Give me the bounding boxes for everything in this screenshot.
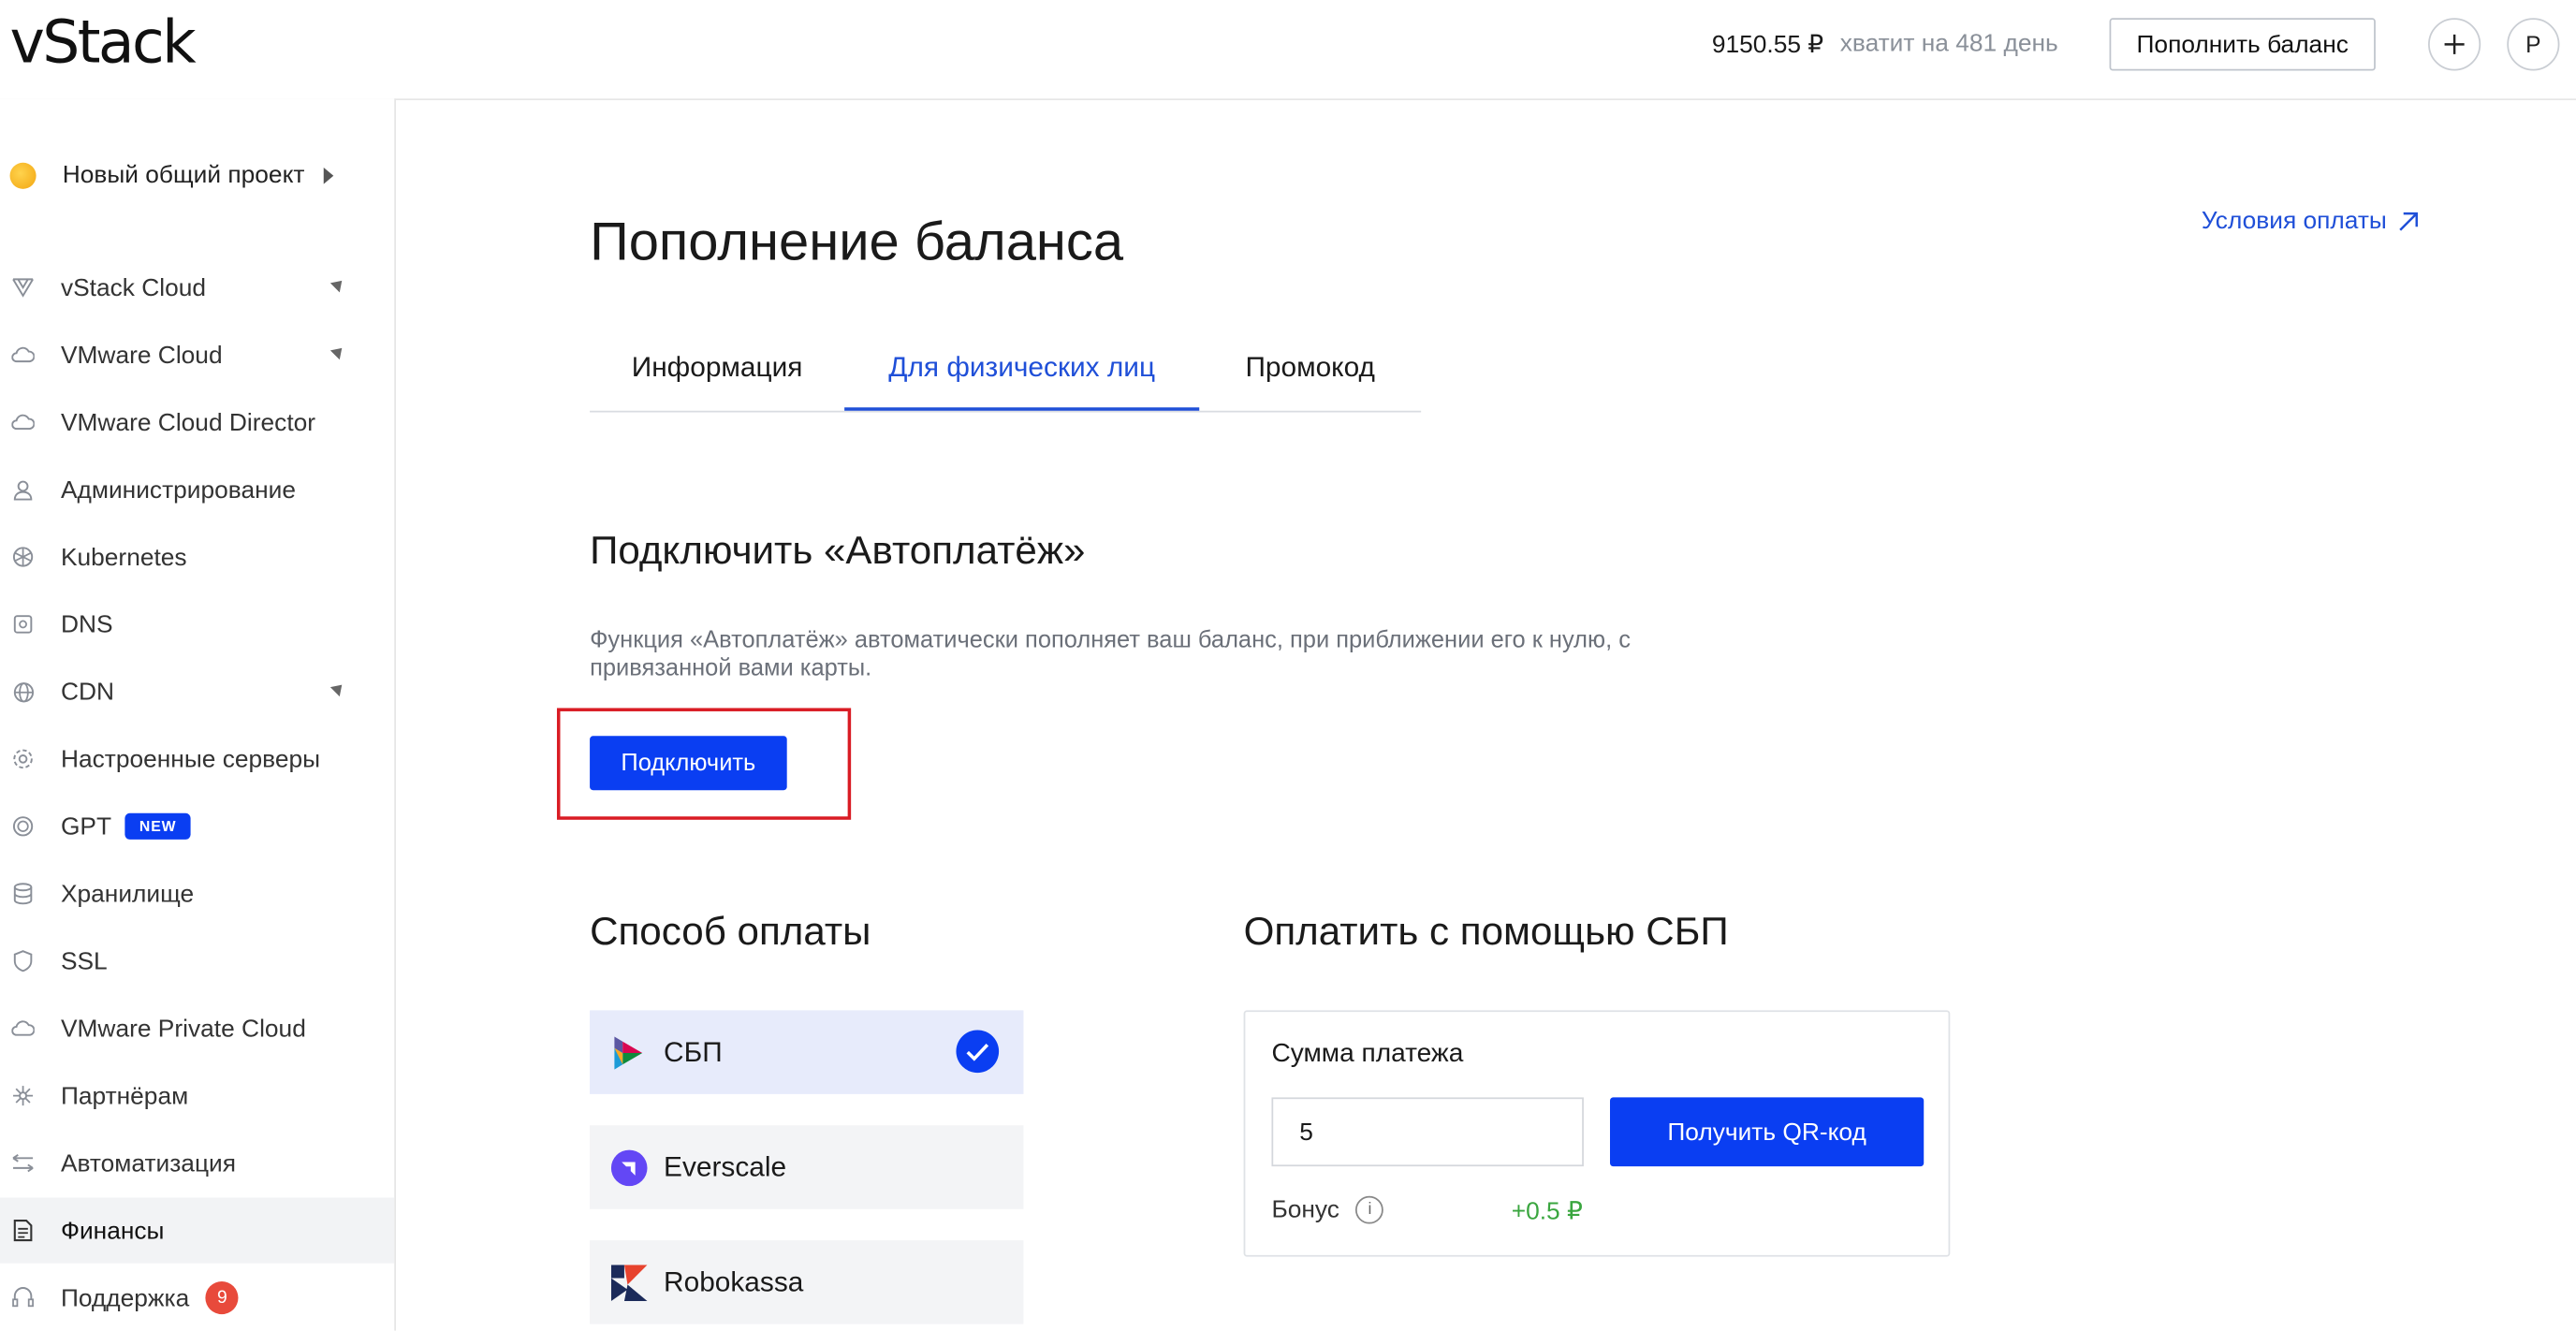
caret-icon (329, 275, 347, 293)
payment-option-sbp[interactable]: СБП (590, 1010, 1024, 1094)
vstack-logo[interactable]: vStack (10, 10, 197, 78)
dns-icon (11, 613, 35, 636)
autopay-heading: Подключить «Автоплатёж» (590, 529, 1086, 574)
partners-icon (11, 1084, 35, 1107)
support-count-badge: 9 (205, 1280, 239, 1315)
cloud-icon (11, 344, 35, 367)
payment-amount-input[interactable] (1271, 1097, 1584, 1167)
terms-link-label: Условия оплаты (2201, 207, 2387, 235)
tab-info[interactable]: Информация (590, 329, 844, 407)
payment-option-label: Robokassa (664, 1265, 804, 1297)
sidebar-item-label: Поддержка (60, 1283, 190, 1312)
cloud-icon (11, 411, 35, 434)
sidebar-item-vmware-cloud[interactable]: VMware Cloud (0, 322, 394, 388)
shield-icon (11, 949, 35, 973)
sidebar-item-dns[interactable]: DNS (0, 592, 394, 657)
tabs: Информация Для физических лиц Промокод (590, 329, 1422, 413)
add-button[interactable] (2428, 18, 2481, 71)
gear-icon (11, 748, 35, 771)
sidebar-item-label: Настроенные серверы (60, 744, 321, 773)
sidebar-item-label: Автоматизация (60, 1148, 236, 1177)
get-qr-code-button[interactable]: Получить QR-код (1609, 1097, 1925, 1167)
kubernetes-icon (11, 546, 35, 569)
autopay-connect-button[interactable]: Подключить (590, 736, 787, 791)
project-name: Новый общий проект (62, 160, 305, 189)
sidebar-item-label: DNS (60, 610, 113, 638)
topup-balance-button[interactable]: Пополнить баланс (2109, 18, 2376, 71)
sidebar-item-vmware-private-cloud[interactable]: VMware Private Cloud (0, 996, 394, 1061)
autopay-description: Функция «Автоплатёж» автоматически попол… (590, 627, 1631, 682)
info-icon[interactable]: i (1355, 1195, 1384, 1224)
project-selector[interactable]: Новый общий проект (9, 160, 335, 189)
tab-individuals[interactable]: Для физических лиц (844, 329, 1200, 411)
sidebar-item-label: vStack Cloud (60, 273, 207, 302)
payment-option-everscale[interactable]: Everscale (590, 1125, 1024, 1209)
sidebar-item-label: Финансы (60, 1216, 165, 1245)
page-title: Пополнение баланса (590, 210, 1124, 271)
arrows-icon (11, 1151, 35, 1175)
sidebar-item-automation[interactable]: Автоматизация (0, 1131, 394, 1196)
bonus-row: Бонус i (1271, 1195, 1384, 1224)
caret-icon (329, 680, 347, 697)
vstack-icon (11, 276, 35, 300)
caret-icon (329, 343, 347, 360)
gpt-icon (11, 815, 35, 839)
sidebar-item-label: Kubernetes (60, 543, 187, 571)
arrow-up-right-icon (2399, 212, 2418, 230)
document-icon (11, 1219, 35, 1242)
sidebar-item-label: Партнёрам (60, 1081, 189, 1110)
sidebar-item-administration[interactable]: Администрирование (0, 457, 394, 522)
sidebar-item-ssl[interactable]: SSL (0, 929, 394, 994)
sidebar-item-storage[interactable]: Хранилище (0, 861, 394, 927)
checkmark-icon (956, 1030, 1000, 1074)
cloud-icon (11, 1017, 35, 1040)
sbp-heading: Оплатить с помощью СБП (1243, 910, 1729, 955)
payment-terms-link[interactable]: Условия оплаты (2202, 207, 2420, 235)
payment-option-robokassa[interactable]: Robokassa (590, 1240, 1024, 1324)
sidebar-item-label: CDN (60, 677, 114, 706)
payment-option-label: Everscale (664, 1150, 787, 1182)
headset-icon (11, 1286, 35, 1309)
sidebar-item-cdn[interactable]: CDN (0, 659, 394, 724)
payment-option-label: СБП (664, 1035, 723, 1067)
everscale-logo-icon (610, 1148, 648, 1186)
sbp-payment-card: Сумма платежа Получить QR-код Бонус i +0… (1243, 1010, 1951, 1257)
sidebar-item-label: VMware Cloud Director (60, 408, 316, 436)
sidebar-item-label: GPT (60, 812, 112, 841)
payment-method-heading: Способ оплаты (590, 910, 871, 955)
user-icon (11, 478, 35, 502)
sidebar-item-label: Хранилище (60, 879, 195, 908)
globe-icon (11, 680, 35, 704)
top-bar: vStack 9150.55 ₽ хватит на 481 день Попо… (0, 0, 2576, 101)
sidebar: Новый общий проект vStack Cloud VMware C… (0, 98, 396, 1331)
project-icon (9, 161, 37, 188)
sidebar-item-vmware-cloud-director[interactable]: VMware Cloud Director (0, 389, 394, 455)
sidebar-item-label: VMware Private Cloud (60, 1014, 306, 1043)
sidebar-item-label: SSL (60, 946, 108, 975)
tab-promocode[interactable]: Промокод (1199, 329, 1421, 407)
sidebar-item-label: VMware Cloud (60, 341, 223, 370)
database-icon (11, 882, 35, 905)
robokassa-logo-icon (610, 1264, 648, 1301)
sidebar-item-vstack-cloud[interactable]: vStack Cloud (0, 255, 394, 320)
bonus-label: Бонус (1271, 1195, 1339, 1224)
payment-sum-label: Сумма платежа (1271, 1039, 1464, 1068)
sidebar-item-label: Администрирование (60, 475, 297, 504)
sidebar-item-finance[interactable]: Финансы (0, 1197, 395, 1264)
user-avatar[interactable]: P (2507, 18, 2560, 71)
sidebar-item-kubernetes[interactable]: Kubernetes (0, 524, 394, 590)
sbp-logo-icon (611, 1034, 648, 1071)
chevron-right-icon (324, 167, 335, 183)
bonus-value: +0.5 ₽ (1511, 1197, 1583, 1226)
new-badge: NEW (124, 812, 192, 840)
sidebar-item-support[interactable]: Поддержка 9 (0, 1265, 394, 1330)
balance-days-left: хватит на 481 день (1839, 29, 2058, 58)
sidebar-item-partners[interactable]: Партнёрам (0, 1063, 394, 1129)
plus-icon (2444, 34, 2465, 54)
sidebar-item-configured-servers[interactable]: Настроенные серверы (0, 726, 394, 792)
sidebar-item-gpt[interactable]: GPT NEW (0, 794, 394, 859)
balance-amount: 9150.55 ₽ (1711, 31, 1824, 60)
